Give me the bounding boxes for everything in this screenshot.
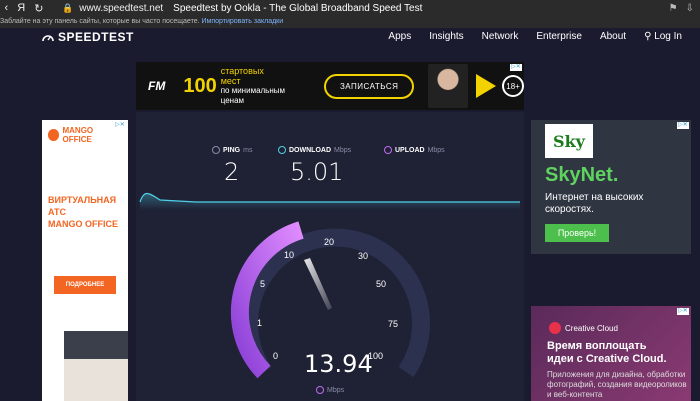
banner-big-number: 100 (183, 74, 217, 97)
speed-unit-label: Mbps (327, 386, 345, 394)
nav-enterprise[interactable]: Enterprise (536, 31, 582, 42)
ad-close-icon[interactable]: ▷✕ (510, 64, 522, 71)
right-ad-skynet[interactable]: Sky SkyNet. Интернет на высоких скоростя… (531, 120, 691, 254)
mango-headline: ВИРТУАЛЬНАЯ АТС MANGO OFFICE (48, 194, 122, 230)
tick-50: 50 (376, 279, 387, 289)
cc-logo: Creative Cloud (549, 322, 618, 334)
lock-icon: 🔒 (62, 2, 74, 13)
banner-person-image (428, 64, 469, 108)
tick-1: 1 (257, 318, 263, 328)
cc-brand: Creative Cloud (565, 323, 618, 333)
right-ad-creative-cloud[interactable]: Creative Cloud Время воплощать идеи с Cr… (531, 306, 691, 401)
bookmarks-hint-text: Заблайте на эту панель сайты, которые вы… (0, 18, 200, 25)
bookmarks-hint: Заблайте на эту панель сайты, которые вы… (0, 16, 700, 28)
gauge-needle (304, 258, 332, 310)
tick-10: 10 (284, 250, 295, 260)
ad-close-icon[interactable]: ▷✕ (677, 308, 689, 315)
user-icon: ⚲ (644, 31, 655, 42)
skynet-logo: Sky (545, 124, 593, 158)
ad-close-icon[interactable]: ▷✕ (677, 122, 689, 129)
speedtest-panel: PING ms 2 DOWNLOAD Mbps 5.01 UPLOAD Mbps (136, 112, 524, 401)
skynet-text-1: Интернет на высоких (545, 192, 644, 203)
laptop-image (64, 331, 128, 401)
back-icon[interactable]: ‹ (5, 2, 9, 15)
banner-line2: мест (220, 76, 241, 86)
skynet-check-button[interactable]: Проверь! (545, 224, 609, 242)
tick-30: 30 (358, 251, 369, 261)
speedtest-logo-icon (42, 35, 54, 42)
play-icon (476, 74, 497, 98)
banner-line1: стартовых (220, 66, 264, 76)
nav-login-label: Log In (654, 31, 682, 42)
mango-headline-2: АТС (48, 207, 67, 217)
nav-login[interactable]: ⚲ Log In (644, 31, 682, 42)
mango-headline-3: MANGO OFFICE (48, 219, 118, 229)
browser-right-icons: ⚑ ⇩ (669, 3, 694, 14)
mango-logo-icon (48, 129, 60, 141)
ad-close-icon[interactable]: ▷✕ (114, 122, 126, 129)
cc-headline: Время воплощать идеи с Creative Cloud. (547, 340, 667, 366)
age-rating-badge: 18+ (502, 75, 524, 97)
banner-line3: по минимальным ценам (220, 86, 286, 105)
nav-about[interactable]: About (600, 31, 626, 42)
address-bar[interactable]: www.speedtest.net (79, 3, 163, 14)
left-ad-mango[interactable]: MANGO OFFICE ВИРТУАЛЬНАЯ АТС MANGO OFFIC… (42, 120, 128, 401)
creative-cloud-icon (549, 322, 561, 334)
reload-icon[interactable]: ↻ (34, 2, 43, 15)
speed-unit-icon (316, 386, 324, 394)
skynet-text: Интернет на высоких скоростях. (545, 192, 643, 216)
tick-0: 0 (273, 351, 279, 361)
download-icon[interactable]: ⇩ (686, 3, 694, 14)
banner-text: стартовых мест по минимальным ценам (221, 66, 310, 106)
cc-subtext: Приложения для дизайна, обработки фотогр… (547, 370, 687, 399)
mango-headline-1: ВИРТУАЛЬНАЯ (48, 195, 117, 205)
speedtest-logo[interactable]: SPEEDTEST (42, 30, 134, 44)
browser-toolbar: ‹ Я ↻ 🔒 www.speedtest.net Speedtest by O… (0, 0, 700, 16)
tick-20: 20 (324, 237, 335, 247)
tick-5: 5 (260, 279, 266, 289)
import-bookmarks-link[interactable]: Импортировать закладки (202, 18, 284, 25)
skynet-text-2: скоростях. (545, 204, 594, 215)
tick-75: 75 (388, 319, 399, 329)
nav-network[interactable]: Network (482, 31, 519, 42)
site-header: SPEEDTEST Apps Insights Network Enterpri… (0, 28, 700, 48)
nav-apps[interactable]: Apps (388, 31, 411, 42)
cc-headline-2: идеи с Creative Cloud. (547, 353, 667, 365)
top-ad-banner[interactable]: FM 100 стартовых мест по минимальным цен… (136, 62, 524, 110)
mango-more-button[interactable]: ПОДРОБНЕЕ (54, 276, 116, 294)
nav-insights[interactable]: Insights (429, 31, 463, 42)
banner-brand: FM (148, 79, 166, 93)
page-title: Speedtest by Ookla - The Global Broadban… (173, 2, 423, 14)
speed-unit: Mbps (316, 386, 344, 394)
banner-cta-button[interactable]: ЗАПИСАТЬСЯ (323, 73, 415, 99)
cc-headline-1: Время воплощать (547, 340, 647, 352)
main-nav: Apps Insights Network Enterprise About ⚲… (388, 31, 682, 42)
yandex-icon[interactable]: Я (17, 2, 25, 15)
skynet-brand: SkyNet. (545, 164, 619, 186)
logo-text: SPEEDTEST (58, 30, 134, 44)
current-speed: 13.94 (304, 350, 373, 378)
mango-logo: MANGO OFFICE (48, 126, 122, 144)
browser-nav: ‹ Я ↻ (0, 2, 48, 15)
bookmark-icon[interactable]: ⚑ (669, 3, 678, 14)
